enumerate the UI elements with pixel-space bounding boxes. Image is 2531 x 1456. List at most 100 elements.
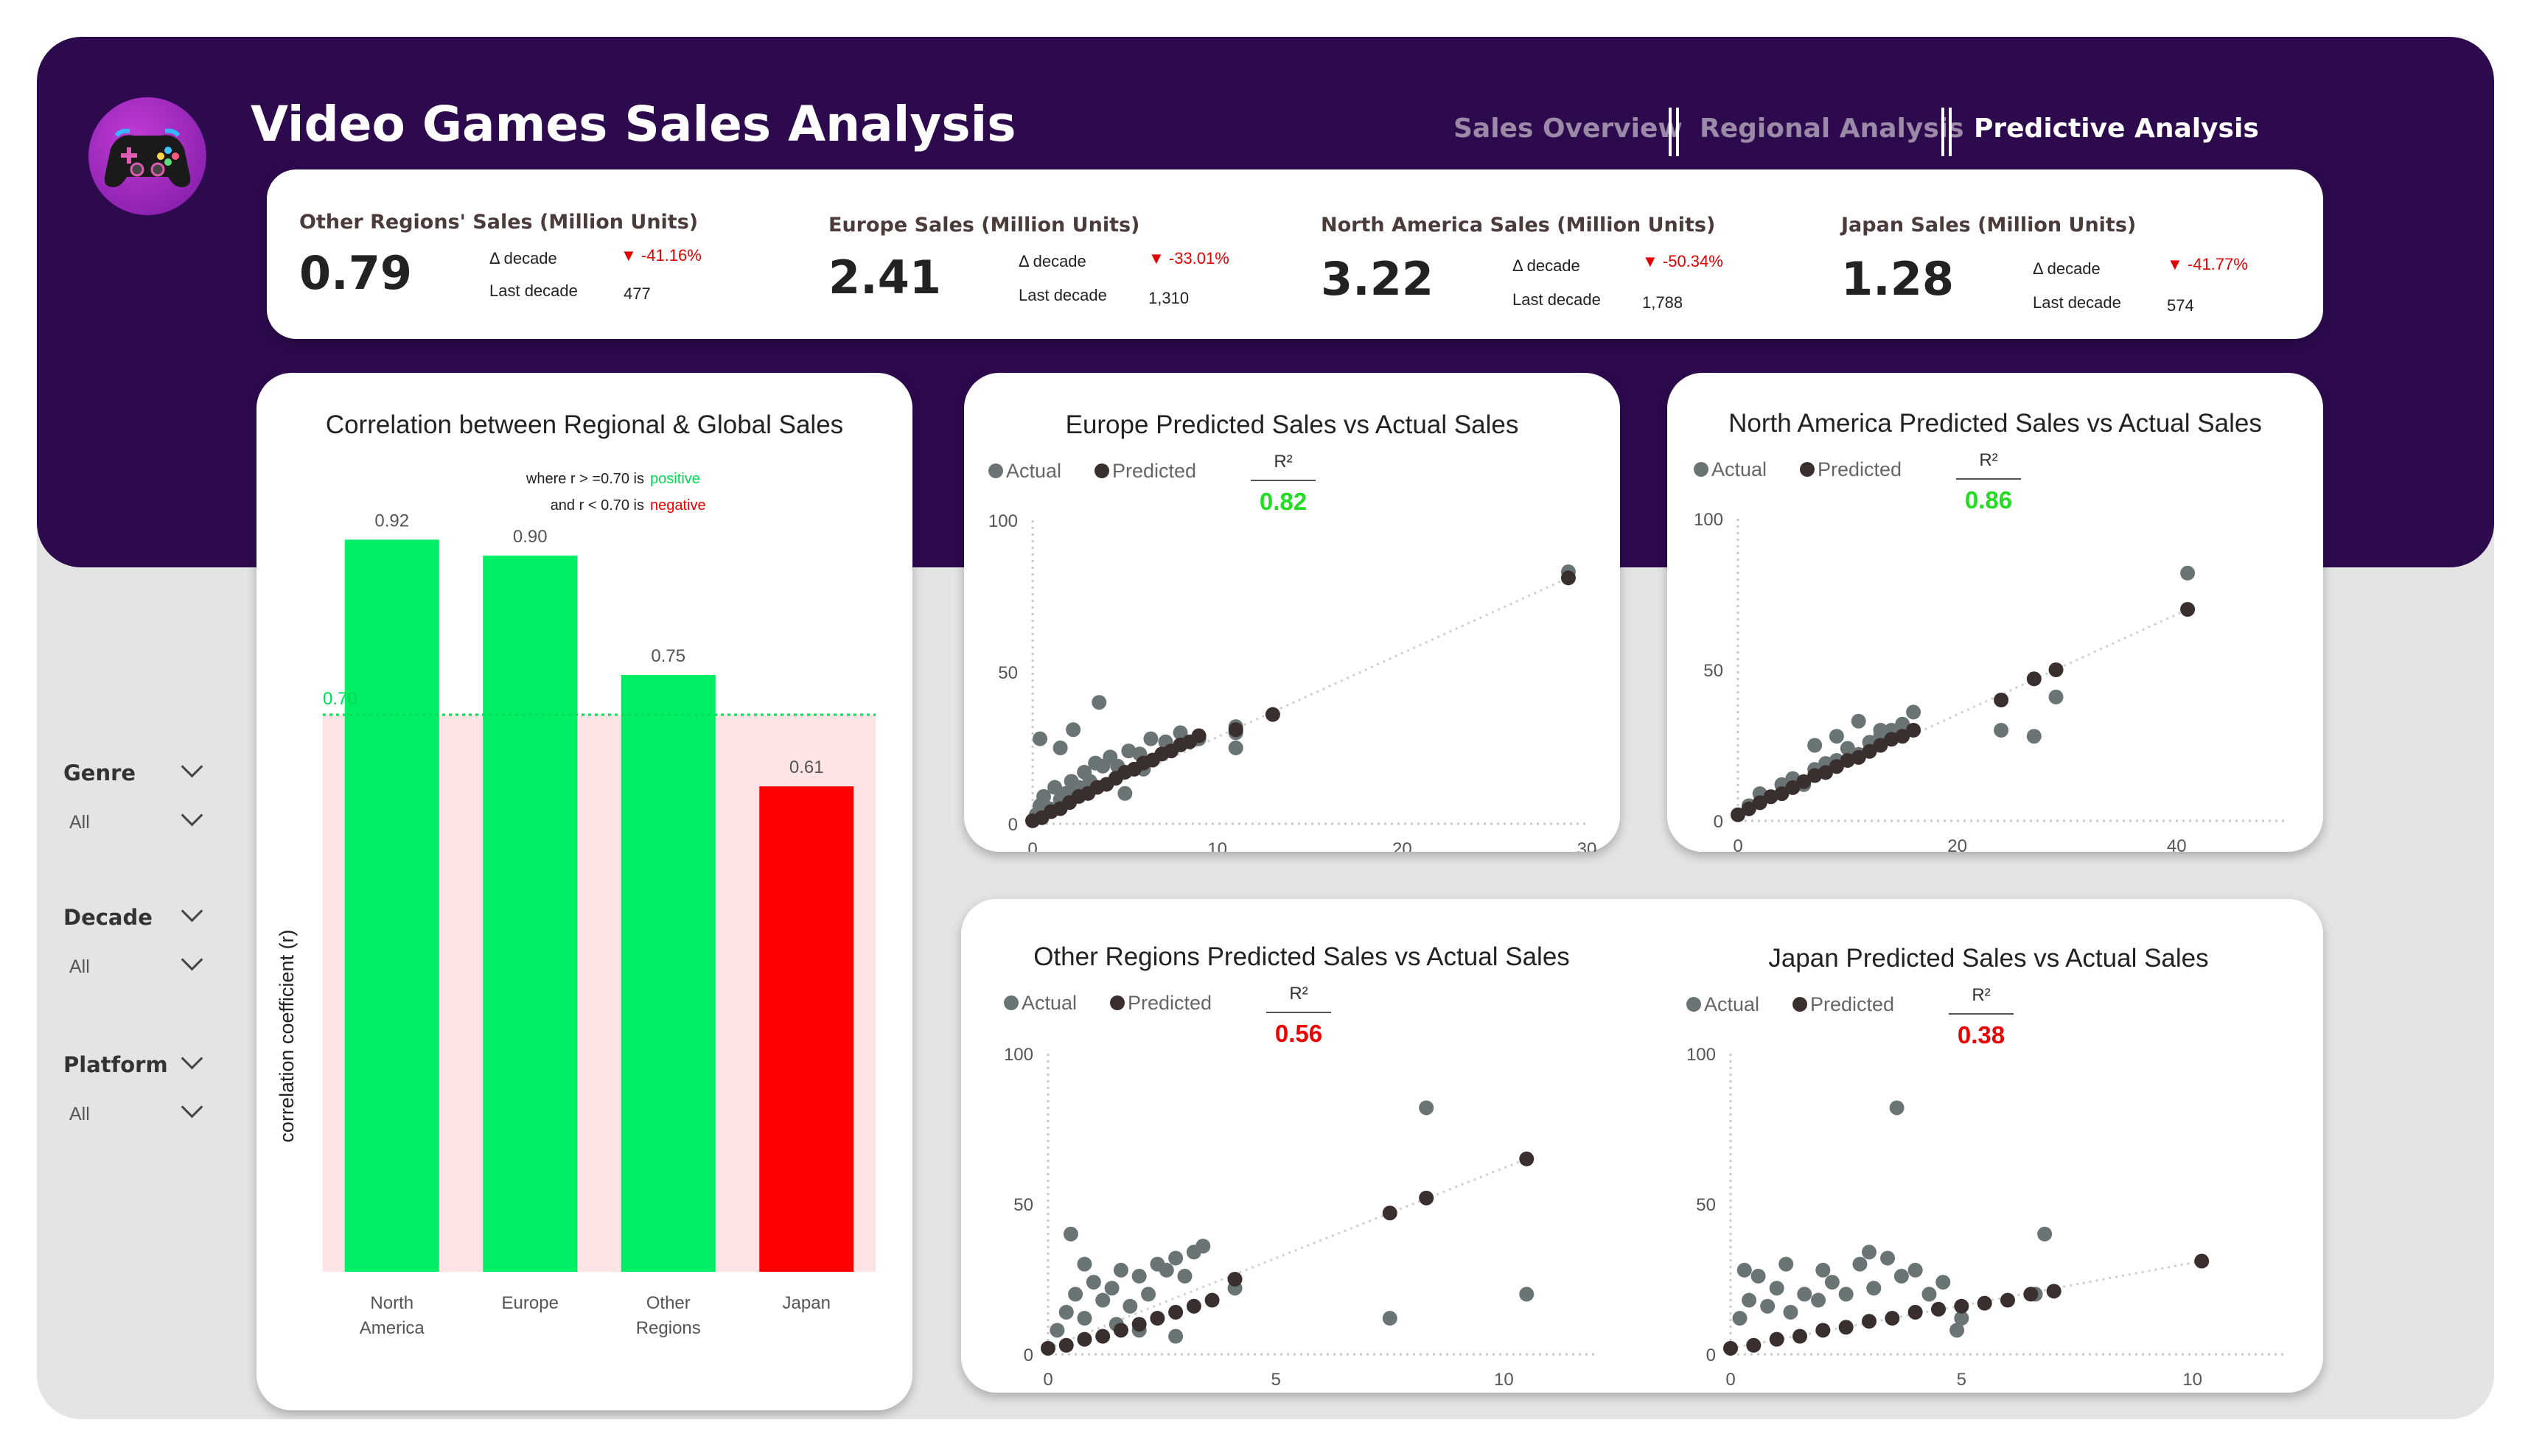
chevron-down-icon[interactable] (181, 1096, 203, 1119)
x-tick-label: 10 (1207, 839, 1227, 852)
actual-point (1092, 695, 1107, 710)
bottom-scatter-card: Other Regions Predicted Sales vs Actual … (961, 899, 2323, 1393)
x-tick-label: 40 (2167, 836, 2187, 852)
chevron-down-icon[interactable] (181, 804, 203, 827)
r2-label: R² (1972, 985, 1990, 1005)
x-tick-label: 0 (1733, 836, 1742, 852)
x-tick-label: North (370, 1293, 413, 1313)
y-tick-label: 50 (1703, 661, 1723, 681)
actual-point (1906, 704, 1921, 720)
y-axis-label: correlation coefficient (r) (276, 929, 298, 1142)
actual-point (1732, 1311, 1748, 1326)
actual-point (1807, 738, 1823, 753)
actual-point (1742, 1292, 1757, 1308)
predicted-point (1077, 1331, 1092, 1347)
actual-point (1077, 1311, 1092, 1326)
correlation-chart-card: Correlation between Regional & Global Sa… (256, 373, 912, 1410)
actual-point (1778, 1256, 1794, 1272)
actual-point (1104, 1281, 1120, 1296)
chevron-down-icon[interactable] (181, 900, 203, 923)
kpi-value-other: 0.79 (299, 246, 412, 300)
kpi-label-other: Other Regions' Sales (Million Units) (299, 211, 699, 234)
actual-point (1141, 1287, 1156, 1302)
actual-point (1949, 1323, 1965, 1338)
predicted-point (1191, 728, 1207, 743)
predicted-point (1862, 1314, 1877, 1329)
kpi-card: Other Regions' Sales (Million Units) 0.7… (267, 169, 2323, 339)
r2-value: 0.38 (1958, 1021, 2005, 1049)
y-tick-label: 0 (1706, 1345, 1716, 1365)
actual-point (1880, 1250, 1896, 1266)
chevron-down-icon[interactable] (181, 948, 203, 971)
europe-scatter-chart: Europe Predicted Sales vs Actual SalesAc… (988, 410, 1597, 859)
chevron-down-icon[interactable] (181, 1047, 203, 1070)
page-title: Video Games Sales Analysis (251, 96, 1016, 153)
y-tick-label: 0 (1008, 815, 1018, 835)
actual-point (2180, 565, 2196, 581)
actual-point (1829, 729, 1844, 744)
legend-note-negative: negative (650, 497, 706, 514)
predicted-point (1058, 1337, 1074, 1353)
nav-separator (1941, 108, 1952, 156)
slicer-decade-label: Decade (63, 905, 153, 930)
legend-predicted-marker (1095, 463, 1109, 478)
predicted-point (1041, 1340, 1055, 1356)
x-tick-label: 30 (1577, 839, 1597, 852)
predicted-point (2000, 1292, 2015, 1308)
actual-point (1851, 713, 1866, 729)
y-tick-label: 50 (1013, 1195, 1033, 1215)
legend-actual-marker (1694, 462, 1708, 477)
r2-value: 0.82 (1260, 488, 1307, 515)
x-tick-label: Europe (502, 1293, 559, 1313)
y-tick-label: 100 (988, 511, 1018, 531)
predicted-point (1931, 1301, 1946, 1317)
kpi-value-japan: 1.28 (1841, 252, 1954, 306)
predicted-point (2023, 1287, 2039, 1302)
predicted-point (1113, 1323, 1128, 1338)
chart-title: Correlation between Regional & Global Sa… (326, 410, 843, 439)
legend-note-negative-text: and r < 0.70 is (551, 497, 644, 514)
x-tick-label: 5 (1271, 1370, 1280, 1390)
r2-label: R² (1289, 984, 1308, 1004)
slicer-platform-value[interactable]: All (69, 1104, 90, 1125)
chart-title: Other Regions Predicted Sales vs Actual … (1033, 942, 1570, 971)
x-tick-label: 20 (1392, 839, 1412, 852)
north-america-scatter-chart: North America Predicted Sales vs Actual … (1694, 409, 2286, 856)
bar-value-label: 0.75 (651, 646, 685, 666)
europe-scatter-card: Europe Predicted Sales vs Actual Sales Ac… (964, 373, 1620, 859)
legend-actual-label: Actual (1022, 992, 1077, 1014)
chevron-down-icon[interactable] (181, 755, 203, 778)
nav-predictive-analysis[interactable]: Predictive Analysis (1974, 113, 2259, 144)
predicted-point (1769, 1331, 1784, 1347)
predicted-point (1954, 1298, 1969, 1314)
actual-point (1736, 1262, 1752, 1278)
actual-point (1994, 723, 2009, 738)
predicted-point (1382, 1205, 1397, 1221)
predicted-point (1131, 1317, 1147, 1332)
actual-point (1052, 741, 1068, 755)
nav-regional-analysis[interactable]: Regional Analysis (1700, 113, 1964, 144)
predicted-point (1977, 1295, 1992, 1311)
slicer-decade-value[interactable]: All (69, 956, 90, 978)
actual-point (1033, 731, 1048, 746)
bar (621, 675, 716, 1272)
y-tick-label: 100 (1694, 510, 1723, 530)
actual-point (1921, 1287, 1937, 1302)
chart-title: Japan Predicted Sales vs Actual Sales (1768, 944, 2208, 973)
actual-point (1063, 1226, 1078, 1242)
predicted-point (1906, 723, 1921, 738)
nav-sales-overview[interactable]: Sales Overview (1453, 113, 1683, 144)
x-tick-label: 10 (2182, 1370, 2202, 1390)
legend-predicted-marker (1800, 462, 1815, 477)
actual-point (1824, 1275, 1840, 1290)
actual-point (1889, 1100, 1905, 1116)
kpi-last-europe: 1,310 (1148, 289, 1190, 307)
bar-value-label: 0.92 (374, 511, 409, 531)
slicer-genre-value[interactable]: All (69, 812, 90, 833)
kpi-last-label: Last decade (489, 281, 578, 300)
bar-value-label: 0.90 (513, 527, 548, 547)
predicted-point (1519, 1151, 1535, 1166)
y-tick-label: 0 (1714, 812, 1723, 832)
actual-point (1066, 722, 1081, 738)
predicted-point (1150, 1311, 1165, 1326)
